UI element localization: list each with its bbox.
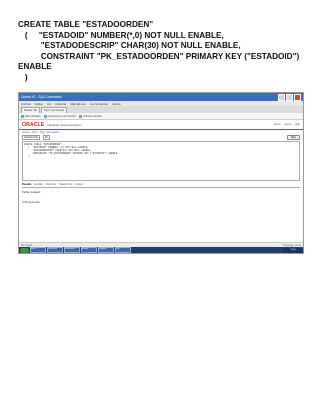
browser-tabbar: Oracle XE SQL Commands [19,106,303,113]
product-name: Database Express Edition [47,122,82,127]
tab-describe[interactable]: Describe [46,183,56,186]
sql-editor[interactable]: CREATE TABLE "ESTADOORDEN" ( "ESTADOID" … [22,141,300,181]
start-button[interactable] [20,247,29,253]
bookmark-item[interactable]: Comenzar a usar Firefox [43,114,77,118]
menu-item[interactable]: Marcadores [70,102,86,106]
tab-saved-sql[interactable]: Saved SQL [59,183,72,186]
code-line: ( "ESTADOID" NUMBER(*,0) NOT NULL ENABLE… [18,30,224,40]
bookmark-item[interactable]: Últimas noticias [79,114,102,118]
bookmark-label: Comenzar a usar Firefox [47,114,77,118]
home-link[interactable]: Home [274,123,281,126]
bookmark-label: Más visitados [25,114,41,118]
taskbar-item[interactable]: Carpeta [98,246,114,253]
bookmarks-bar: Más visitados Comenzar a usar Firefox Úl… [19,113,303,120]
code-line: ENABLE [18,62,52,72]
menu-item[interactable]: Ayuda [112,102,120,106]
menu-item[interactable]: Archivo [21,102,31,106]
close-icon[interactable] [294,93,301,101]
run-button[interactable]: Run [287,135,300,140]
results-panel: Table created. 0.05 seconds [22,190,300,227]
menu-item[interactable]: Ver [47,102,52,106]
menu-item[interactable]: Herramientas [90,102,108,106]
tab-results[interactable]: Results [22,183,31,186]
bookmark-icon [21,114,24,118]
code-line: "ESTADODESCRIP" CHAR(30) NOT NULL ENABLE… [18,41,241,51]
tab-explain[interactable]: Explain [34,183,43,186]
embedded-screenshot: Oracle XE - SQL Commands Archivo Editar … [18,92,304,254]
taskbar-item[interactable]: Mozilla [81,246,97,253]
logout-link[interactable]: Logout [284,123,292,126]
taskbar-item[interactable]: SQL [115,246,131,253]
menu-item[interactable]: Historial [55,102,66,106]
window-titlebar: Oracle XE - SQL Commands [19,93,303,101]
code-line: CREATE TABLE "ESTADOORDEN" [18,20,154,29]
browser-tab[interactable]: SQL Commands [40,106,68,113]
oracle-logo: ORACLE [22,121,45,128]
autocommit-checkbox[interactable]: Autocommit [22,135,40,140]
oracle-header: ORACLE Database Express Edition Home Log… [19,120,303,130]
taskbar-item[interactable]: Documento [64,246,80,253]
command-toolbar: Autocommit 10 Run [19,134,303,141]
code-line: CONSTRAINT "PK_ESTADOORDEN" PRIMARY KEY … [18,51,300,61]
window-title: Oracle XE - SQL Commands [21,95,62,99]
bookmark-item[interactable]: Más visitados [21,114,41,118]
header-links: Home Logout Help [274,123,300,126]
maximize-icon[interactable] [286,93,293,101]
taskbar-item[interactable]: Inicio [30,246,46,253]
bookmark-icon [43,114,47,118]
tab-history[interactable]: History [75,183,83,186]
taskbar: Inicio Oracle XE Documento Mozilla Carpe… [19,246,303,253]
browser-tab[interactable]: Oracle XE [21,106,40,113]
menu-item[interactable]: Editar [35,102,43,106]
system-clock: 12:00 [283,247,303,253]
results-tabs: Results Explain Describe Saved SQL Histo… [22,183,300,188]
window-controls [278,93,301,101]
code-line: ) [18,72,28,82]
bookmark-label: Últimas noticias [83,114,102,118]
bookmark-icon [79,114,83,118]
help-link[interactable]: Help [295,123,300,126]
display-rows-select[interactable]: 10 [42,135,50,140]
sql-code-block: CREATE TABLE "ESTADOORDEN" ( "ESTADOID" … [18,20,308,84]
minimize-icon[interactable] [278,93,285,101]
taskbar-item[interactable]: Oracle XE [47,246,63,253]
result-line: 0.05 seconds [22,200,40,204]
